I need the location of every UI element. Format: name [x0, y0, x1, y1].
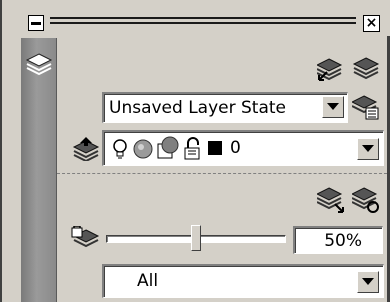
section-divider [57, 173, 387, 174]
locked-layer-fading-icon [71, 226, 100, 248]
layer-state-value: Unsaved Layer State [109, 98, 287, 118]
layer-name: 0 [230, 138, 241, 158]
unlock-icon[interactable] [182, 137, 204, 161]
fade-slider[interactable] [104, 225, 288, 255]
layer-unisolate-icon[interactable] [352, 186, 380, 214]
panel-side-strip [21, 38, 57, 302]
layers-panel-icon [25, 53, 53, 76]
layer-filter-value: All [137, 271, 159, 291]
layers-panel: × Unsaved Layer State 0 50% All [0, 0, 390, 302]
slider-thumb[interactable] [191, 225, 201, 251]
layer-state-dropdown[interactable]: Unsaved Layer State [102, 92, 348, 123]
thaw-sun-icon[interactable] [132, 138, 154, 160]
layer-state-dropdown-button[interactable] [322, 96, 344, 118]
minimize-icon[interactable] [28, 15, 44, 31]
layer-previous-icon[interactable] [352, 56, 380, 80]
layer-filter-dropdown-button[interactable] [357, 271, 379, 293]
drag-grip[interactable] [50, 16, 356, 28]
fade-percent-value: 50% [324, 231, 362, 251]
make-object-layer-current-icon[interactable] [72, 137, 100, 161]
layer-match-icon[interactable] [317, 56, 345, 82]
layer-isolate-icon[interactable] [317, 186, 345, 214]
lightbulb-on-icon[interactable] [112, 138, 128, 160]
fade-percent-field[interactable]: 50% [293, 226, 383, 254]
chevron-down-icon [362, 278, 374, 285]
layer-dropdown[interactable]: 0 [102, 130, 384, 166]
panel-title-bar[interactable]: × [2, 0, 390, 36]
viewport-freeze-icon[interactable] [156, 136, 180, 160]
chevron-down-icon [327, 103, 339, 110]
layer-state-manager-icon[interactable] [352, 94, 380, 120]
layer-dropdown-button[interactable] [357, 138, 379, 160]
chevron-down-icon [362, 145, 374, 152]
layer-filter-dropdown[interactable]: All [102, 264, 384, 298]
close-icon[interactable]: × [363, 15, 380, 32]
layer-color-swatch[interactable] [208, 141, 222, 155]
